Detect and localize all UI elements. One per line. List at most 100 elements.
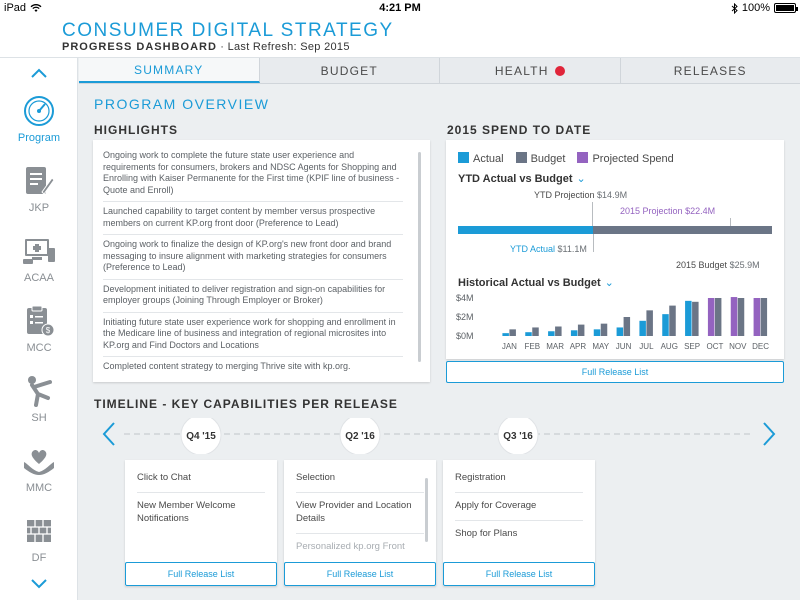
bar-budget xyxy=(692,301,699,336)
bar-budget xyxy=(760,298,768,336)
list-item: Ongoing work to finalize the design of K… xyxy=(103,235,403,280)
tab-releases[interactable]: RELEASES xyxy=(621,58,800,83)
sidebar-item-jkp[interactable]: JKP xyxy=(0,164,78,230)
chevron-down-icon: ⌄ xyxy=(576,173,586,185)
x-tick-label: MAR xyxy=(546,342,564,351)
spend-panel: Actual Budget Projected Spend YTD Actual… xyxy=(446,140,784,359)
bar-budget xyxy=(577,324,585,336)
historical-bar-chart: $0M $2M $4M JAN FEB MAR APR MAY JUN JUL AUG SEP OCT N… xyxy=(456,293,769,351)
tab-budget[interactable]: BUDGET xyxy=(260,58,440,83)
sidebar-item-sh[interactable]: SH xyxy=(0,374,78,440)
release-node-q2-16[interactable]: Q2 '16 xyxy=(339,418,381,454)
bar-actual xyxy=(548,331,555,336)
x-tick-label: DEC xyxy=(752,342,769,351)
app-subtitle: PROGRESS DASHBOARD · Last Refresh: Sep 2… xyxy=(62,41,350,53)
bar-budget xyxy=(555,326,562,336)
bar-projected-spend xyxy=(753,298,761,336)
highlights-title: HIGHLIGHTS xyxy=(94,123,178,137)
release-items[interactable]: Selection View Provider and Location Det… xyxy=(296,470,424,554)
chevron-right-icon[interactable] xyxy=(763,422,776,446)
x-tick-label: NOV xyxy=(729,342,747,351)
release-scrollbar[interactable] xyxy=(425,478,428,542)
list-item: Shop for Plans xyxy=(455,528,518,539)
subtitle-dashboard: PROGRESS DASHBOARD xyxy=(62,41,217,53)
ytd-dropdown[interactable]: YTD Actual vs Budget ⌄ xyxy=(458,172,586,185)
status-bar: iPad 4:21 PM 100% xyxy=(0,0,800,16)
bluetooth-icon xyxy=(731,2,738,14)
sidebar-item-df[interactable]: DF xyxy=(0,514,78,580)
x-tick-label: APR xyxy=(570,342,587,351)
x-tick-label: SEP xyxy=(684,342,700,351)
health-alert-indicator xyxy=(554,65,565,76)
bar-actual xyxy=(639,320,646,336)
tab-summary[interactable]: SUMMARY xyxy=(79,58,260,83)
ytd-projection-marker xyxy=(592,202,593,226)
legend-projected: Projected Spend xyxy=(577,152,674,165)
app-header: CONSUMER DIGITAL STRATEGY PROGRESS DASHB… xyxy=(0,16,800,58)
highlights-scrollbar[interactable] xyxy=(418,152,421,362)
list-item: Launched capability to target content by… xyxy=(103,202,403,235)
release-node-q3-16[interactable]: Q3 '16 xyxy=(497,418,539,454)
bar-actual xyxy=(502,333,509,336)
bar-budget xyxy=(509,329,516,336)
sidebar-item-label: ACAA xyxy=(24,272,54,284)
full-release-list-button[interactable]: Full Release List xyxy=(446,361,784,383)
full-release-list-button[interactable]: Full Release List xyxy=(125,562,277,586)
spend-title: 2015 SPEND TO DATE xyxy=(447,123,592,137)
tab-health[interactable]: HEALTH xyxy=(440,58,621,83)
legend-budget: Budget xyxy=(515,152,565,165)
app-title: CONSUMER DIGITAL STRATEGY xyxy=(62,20,394,41)
release-card-q2-16: Selection View Provider and Location Det… xyxy=(284,460,436,586)
release-items[interactable]: Registration Apply for Coverage Shop for… xyxy=(455,470,583,554)
x-tick-label: AUG xyxy=(661,342,678,351)
tab-label: HEALTH xyxy=(494,63,549,78)
svg-text:Q3 '16: Q3 '16 xyxy=(503,431,533,442)
monitor-devices-icon xyxy=(23,239,55,264)
ytd-actual-label: YTD Actual $11.1M xyxy=(510,244,587,254)
sidebar-item-label: JKP xyxy=(28,202,50,214)
chevron-down-icon: ⌄ xyxy=(604,277,614,289)
ytd-actual-marker xyxy=(593,234,594,252)
bar-actual xyxy=(616,327,624,336)
tab-bar: SUMMARY BUDGET HEALTH RELEASES xyxy=(79,58,800,84)
tab-label: SUMMARY xyxy=(133,62,204,77)
svg-text:Q4 '15: Q4 '15 xyxy=(186,431,216,442)
y-tick-label: $0M xyxy=(456,331,474,341)
release-items[interactable]: Click to Chat New Member Welcome Notific… xyxy=(137,470,265,554)
release-card-q3-16: Registration Apply for Coverage Shop for… xyxy=(443,460,595,586)
chevron-down-icon[interactable] xyxy=(24,575,54,593)
svg-text:$: $ xyxy=(46,326,51,335)
bar-actual xyxy=(593,329,601,336)
sidebar-item-label: MCC xyxy=(26,342,52,354)
timeline-title: TIMELINE - KEY CAPABILITIES PER RELEASE xyxy=(94,397,398,411)
x-tick-label: FEB xyxy=(524,342,540,351)
heart-hands-icon xyxy=(24,449,54,475)
program-overview-title: PROGRAM OVERVIEW xyxy=(94,96,270,112)
chevron-up-icon[interactable] xyxy=(24,64,54,82)
list-item: View Provider and Location Details xyxy=(296,498,424,534)
sidebar-item-mmc[interactable]: MMC xyxy=(0,444,78,510)
battery-percent: 100% xyxy=(741,2,770,14)
release-card-q4-15: Click to Chat New Member Welcome Notific… xyxy=(125,460,277,586)
list-item: Selection xyxy=(296,470,424,493)
sidebar-item-label: MMC xyxy=(25,482,53,494)
ytd-budget-bar xyxy=(458,226,772,234)
x-tick-label: JUN xyxy=(616,342,632,351)
sidebar-item-mcc[interactable]: $ MCC xyxy=(0,304,78,370)
full-release-list-button[interactable]: Full Release List xyxy=(443,562,595,586)
release-node-q4-15[interactable]: Q4 '15 xyxy=(180,418,222,454)
highlights-list: Ongoing work to complete the future stat… xyxy=(103,146,403,378)
sidebar-item-label: Program xyxy=(17,132,61,144)
chevron-left-icon[interactable] xyxy=(102,422,115,446)
sidebar-item-program[interactable]: Program xyxy=(0,94,78,160)
bar-budget xyxy=(600,323,608,336)
sidebar-item-label: SH xyxy=(31,412,47,424)
brick-wall-icon xyxy=(27,520,51,542)
historical-dropdown[interactable]: Historical Actual vs Budget ⌄ xyxy=(458,276,614,289)
subtitle-refresh: · Last Refresh: Sep 2015 xyxy=(216,41,350,53)
tab-label: BUDGET xyxy=(320,63,378,78)
list-item: Click to Chat xyxy=(137,470,265,493)
sidebar-item-acaa[interactable]: ACAA xyxy=(0,234,78,300)
highlights-panel[interactable]: Ongoing work to complete the future stat… xyxy=(93,140,430,382)
full-release-list-button[interactable]: Full Release List xyxy=(284,562,436,586)
